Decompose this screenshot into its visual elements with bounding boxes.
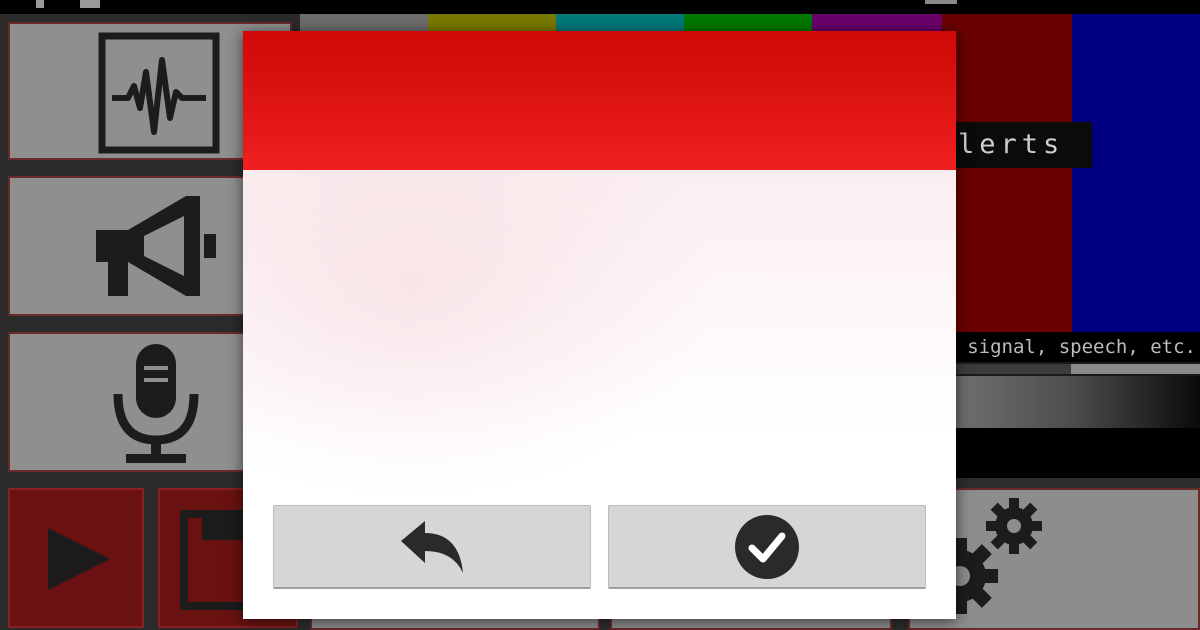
status-icon	[36, 0, 44, 8]
color-bar	[1072, 14, 1200, 332]
waveform-icon	[98, 32, 220, 154]
dialog-body-background	[243, 170, 723, 500]
black-band	[956, 428, 1200, 478]
dialog-header	[243, 31, 956, 170]
status-icon	[80, 0, 100, 8]
status-indicator	[925, 0, 957, 4]
color-bar	[942, 14, 1072, 332]
check-circle-icon	[735, 514, 799, 579]
alerts-label: lerts	[944, 122, 1092, 168]
play-icon	[48, 528, 110, 590]
undo-arrow-icon	[401, 520, 463, 573]
status-bar	[0, 0, 1200, 14]
gradient-band	[956, 376, 1200, 428]
alert-dialog	[243, 31, 956, 619]
microphone-icon	[113, 344, 199, 463]
confirm-button[interactable]	[608, 505, 926, 589]
megaphone-icon	[96, 196, 216, 296]
play-button[interactable]	[8, 488, 144, 628]
progress-bar	[956, 364, 1200, 374]
back-button[interactable]	[273, 505, 591, 589]
progress-fill	[956, 364, 1071, 374]
dialog-body	[243, 170, 956, 505]
